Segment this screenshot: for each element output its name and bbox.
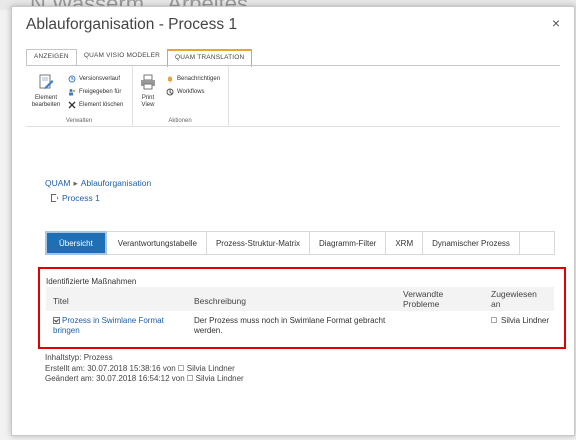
created-by-user[interactable]: Silvia Lindner <box>187 364 235 373</box>
content-type: Inhaltstyp: Prozess <box>45 353 113 362</box>
tab-dynamischer-prozess[interactable]: Dynamischer Prozess <box>423 232 520 254</box>
measure-description-line2: werden. <box>194 326 223 335</box>
measure-description: Der Prozess muss noch in Swimlane Format… <box>194 316 385 336</box>
delete-item-label: Element löschen <box>79 102 124 108</box>
history-icon <box>68 75 76 83</box>
created-line: Erstellt am: 30.07.2018 15:38:16 von Silv… <box>45 364 244 375</box>
ribbon-group-aktionen: Print View Benachrichtigen Workflows Akt… <box>132 66 229 126</box>
breadcrumb-root[interactable]: QUAM <box>45 178 71 188</box>
tab-verantwortungstabelle[interactable]: Verantwortungstabelle <box>109 232 207 254</box>
ribbon-body: Element bearbeiten Versionsverlauf Freig… <box>26 65 560 127</box>
column-assigned-line1: Zugewiesen <box>491 289 537 299</box>
edit-item-label-2: bearbeiten <box>31 102 61 108</box>
shared-with-label: Freigegeben für <box>79 89 122 95</box>
column-related-line1: Verwandte <box>403 289 444 299</box>
tab-prozess-struktur-matrix[interactable]: Prozess-Struktur-Matrix <box>207 232 310 254</box>
ribbon-tab-anzeigen[interactable]: ANZEIGEN <box>26 49 77 66</box>
version-history-button[interactable]: Versionsverlauf <box>68 75 120 83</box>
created-prefix: Erstellt am: 30.07.2018 15:38:16 von <box>45 363 176 373</box>
printer-icon <box>141 74 155 90</box>
tab-uebersicht[interactable]: Übersicht <box>45 231 107 255</box>
user-presence-icon <box>186 375 193 381</box>
users-icon <box>69 89 76 96</box>
ribbon-tabs: ANZEIGEN QUAM VISIO MODELER QUAM TRANSLA… <box>26 49 253 67</box>
measures-panel: Identifizierte Maßnahmen Titel Beschreib… <box>38 267 566 349</box>
ribbon-group-label-aktionen: Aktionen <box>168 118 192 124</box>
breadcrumb-separator: ▸ <box>73 178 78 188</box>
tab-diagramm-filter[interactable]: Diagramm-Filter <box>310 232 387 254</box>
page-icon <box>51 194 58 202</box>
workflows-label: Workflows <box>177 89 205 95</box>
modified-line: Geändert am: 30.07.2018 16:54:12 von Silv… <box>45 374 244 385</box>
page-tabs: Übersicht Verantwortungstabelle Prozess-… <box>45 231 555 255</box>
table-row: Prozess in Swimlane Format bringen Der P… <box>46 313 554 341</box>
measure-title-line1: Prozess in Swimlane Format <box>62 316 164 325</box>
delete-item-button[interactable]: Element löschen <box>68 101 123 109</box>
tab-xrm[interactable]: XRM <box>386 232 424 254</box>
column-title[interactable]: Titel <box>53 296 69 306</box>
notify-label: Benachrichtigen <box>177 76 221 82</box>
measure-title-line2: bringen <box>53 326 80 335</box>
modified-by-user[interactable]: Silvia Lindner <box>196 374 244 383</box>
measure-assigned-name: Silvia Lindner <box>501 316 550 325</box>
column-related[interactable]: Verwandte Probleme <box>403 289 443 309</box>
print-view-label-1: Print <box>141 95 155 101</box>
modified-prefix: Geändert am: 30.07.2018 16:54:12 von <box>45 374 185 383</box>
notify-button[interactable]: Benachrichtigen <box>166 75 220 83</box>
breadcrumb: QUAM ▸ Ablauforganisation <box>45 178 151 189</box>
ribbon-group-verwalten: Element bearbeiten Versionsverlauf Freig… <box>26 66 133 126</box>
measure-title-link[interactable]: Prozess in Swimlane Format bringen <box>53 316 164 336</box>
breadcrumb-current-label: Process 1 <box>62 193 100 203</box>
workflow-icon <box>166 88 174 96</box>
column-assigned[interactable]: Zugewiesen an <box>491 289 537 309</box>
table-header: Titel Beschreibung Verwandte Probleme Zu… <box>46 287 554 311</box>
edit-document-icon <box>39 74 54 89</box>
print-view-button[interactable]: Print View <box>136 74 160 109</box>
breadcrumb-current[interactable]: Process 1 <box>51 193 100 203</box>
user-presence-icon <box>491 317 497 323</box>
measures-heading: Identifizierte Maßnahmen <box>46 277 137 286</box>
ribbon-group-label-verwalten: Verwalten <box>65 118 93 124</box>
measure-assigned[interactable]: Silvia Lindner <box>491 316 549 326</box>
workflows-button[interactable]: Workflows <box>166 88 205 96</box>
bell-icon <box>168 76 172 83</box>
column-related-line2: Probleme <box>403 299 440 309</box>
print-view-label-2: View <box>141 102 155 108</box>
dialog-title: Ablauforganisation - Process 1 <box>26 16 238 33</box>
breadcrumb-section[interactable]: Ablauforganisation <box>81 178 151 188</box>
column-assigned-line2: an <box>491 299 501 309</box>
column-description[interactable]: Beschreibung <box>194 296 246 306</box>
ribbon-tab-visio-modeler[interactable]: QUAM VISIO MODELER <box>77 49 167 65</box>
modal-dialog: Ablauforganisation - Process 1 × ANZEIGE… <box>11 6 575 436</box>
shared-with-button[interactable]: Freigegeben für <box>68 88 121 96</box>
item-metadata: Inhaltstyp: Prozess Erstellt am: 30.07.2… <box>45 353 244 385</box>
version-history-label: Versionsverlauf <box>79 76 121 82</box>
edit-item-label-1: Element <box>34 95 57 101</box>
close-button[interactable]: × <box>552 15 560 31</box>
user-presence-icon <box>177 364 184 371</box>
measure-description-line1: Der Prozess muss noch in Swimlane Format… <box>194 316 386 325</box>
delete-x-icon <box>68 101 76 109</box>
checkbox-icon[interactable] <box>53 317 60 324</box>
edit-item-button[interactable]: Element bearbeiten <box>28 74 64 109</box>
